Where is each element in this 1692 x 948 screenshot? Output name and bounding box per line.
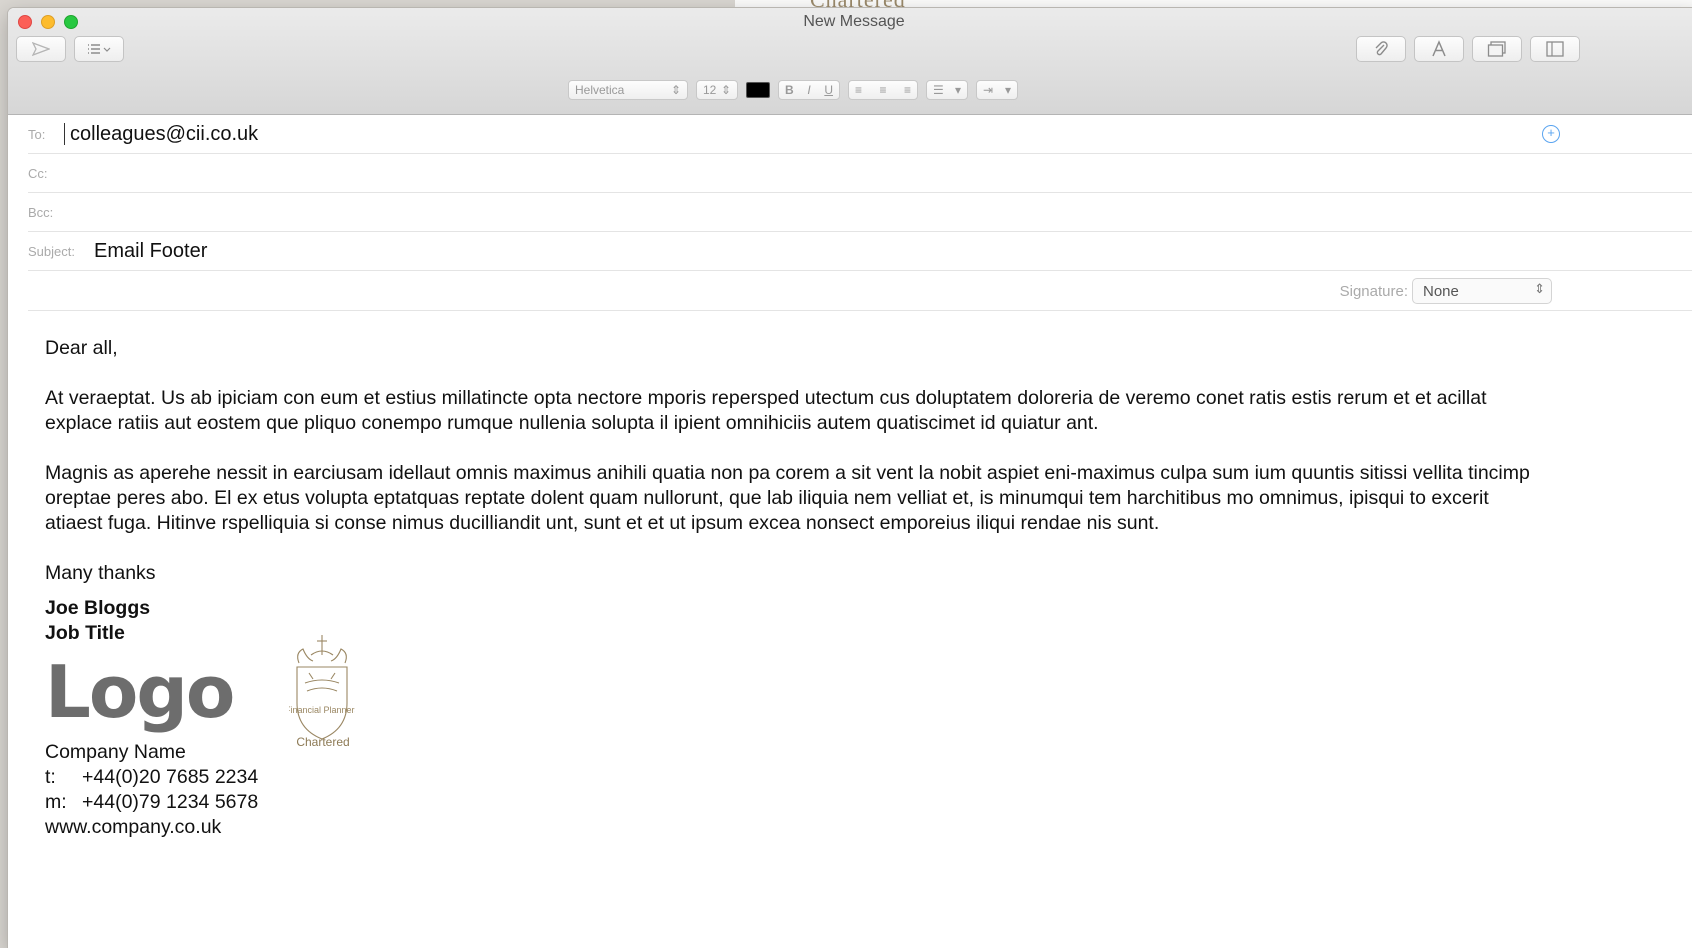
- font-size-select[interactable]: 12 ⇕: [696, 80, 738, 100]
- message-body[interactable]: Dear all, At veraeptat. Us ab ipiciam co…: [45, 336, 1535, 840]
- updown-icon: ⇕: [1534, 281, 1545, 296]
- company-name: Company Name: [45, 741, 186, 763]
- header-fields: To: colleagues@cii.co.uk + Cc: Bcc: Subj…: [8, 115, 1692, 311]
- signature-select[interactable]: None ⇕: [1412, 278, 1552, 304]
- chevron-down-icon: ▾: [954, 83, 961, 97]
- panel-icon: [1546, 41, 1564, 57]
- subject-label: Subject:: [28, 243, 75, 259]
- cc-field[interactable]: Cc:: [28, 154, 1692, 193]
- company-logo: Logo: [45, 650, 235, 734]
- website-link[interactable]: www.company.co.uk: [45, 815, 1535, 840]
- window-title: New Message: [803, 13, 905, 30]
- crest-caption: Chartered: [296, 735, 350, 749]
- italic-button[interactable]: I: [807, 83, 810, 97]
- paperclip-icon: [1375, 41, 1388, 56]
- mobile-label: m:: [45, 791, 67, 813]
- signature-name: Joe Bloggs: [45, 597, 151, 619]
- font-name: Helvetica: [575, 83, 625, 97]
- indent-select[interactable]: ⇥ ▾: [976, 80, 1018, 100]
- signoff: Many thanks: [45, 562, 156, 584]
- to-field[interactable]: To: colleagues@cii.co.uk +: [28, 115, 1692, 154]
- mobile-number: +44(0)79 1234 5678: [82, 791, 259, 813]
- contact-details: Company Name t: +44(0)20 7685 2234 m: +44(…: [45, 740, 1535, 840]
- title-toolbar: New Message Helvetica ⇕ 12 ⇕ B I U ≡ ≡ ≡ ☰…: [8, 8, 1692, 115]
- alignment-group: ≡ ≡ ≡: [848, 80, 918, 100]
- telephone-line: t: +44(0)20 7685 2234: [45, 765, 1535, 790]
- header-fields-button[interactable]: [74, 36, 124, 62]
- add-contact-icon[interactable]: +: [1542, 125, 1560, 143]
- format-button[interactable]: [1414, 36, 1464, 62]
- bcc-field[interactable]: Bcc:: [28, 193, 1692, 232]
- telephone-label: t:: [45, 766, 56, 788]
- greeting: Dear all,: [45, 337, 118, 359]
- body-paragraph-2: Magnis as aperehe nessit in earciusam id…: [45, 462, 1530, 534]
- bullet-list-icon: ☰: [933, 83, 944, 97]
- text-style-group: B I U: [778, 80, 840, 100]
- to-label: To:: [28, 126, 46, 142]
- text-cursor: [64, 123, 65, 145]
- subject-field[interactable]: Subject: Email Footer: [28, 232, 1692, 271]
- attach-button[interactable]: [1356, 36, 1406, 62]
- indent-icon: ⇥: [983, 83, 994, 97]
- signature-select-value: None: [1423, 283, 1459, 300]
- subject-value[interactable]: Email Footer: [94, 240, 207, 263]
- send-icon: [32, 42, 50, 56]
- chevron-down-icon: ▾: [1004, 83, 1011, 97]
- crest-text: Financial Planners: [289, 705, 355, 715]
- bcc-label: Bcc:: [28, 204, 54, 220]
- cc-label: Cc:: [28, 165, 48, 181]
- text-color-swatch[interactable]: [746, 82, 770, 98]
- signature-row: Signature: None ⇕: [28, 271, 1692, 311]
- mobile-line: m: +44(0)79 1234 5678: [45, 790, 1535, 815]
- signature-job-title: Job Title: [45, 622, 125, 644]
- align-right-icon[interactable]: ≡: [904, 83, 911, 97]
- email-signature: Joe Bloggs Job Title Logo Financial Plan…: [45, 596, 1535, 840]
- format-bar: Helvetica ⇕ 12 ⇕ B I U ≡ ≡ ≡ ☰ ▾ ⇥ ▾: [568, 79, 1018, 101]
- to-value[interactable]: colleagues@cii.co.uk: [70, 123, 258, 146]
- format-text-icon: [1432, 40, 1446, 57]
- photo-browser-button[interactable]: [1472, 36, 1522, 62]
- updown-icon: ⇕: [720, 83, 731, 97]
- align-left-icon[interactable]: ≡: [855, 83, 862, 97]
- telephone-number: +44(0)20 7685 2234: [82, 766, 259, 788]
- list-icon: [88, 44, 111, 54]
- align-center-icon[interactable]: ≡: [879, 83, 886, 97]
- updown-icon: ⇕: [670, 83, 681, 97]
- signature-label: Signature:: [1339, 283, 1408, 300]
- font-size-value: 12: [703, 83, 717, 97]
- list-style-select[interactable]: ☰ ▾: [926, 80, 968, 100]
- bold-button[interactable]: B: [785, 83, 794, 97]
- send-button[interactable]: [16, 36, 66, 62]
- body-paragraph-1: At veraeptat. Us ab ipiciam con eum et e…: [45, 387, 1487, 434]
- underline-button[interactable]: U: [824, 83, 833, 97]
- show-panel-button[interactable]: [1530, 36, 1580, 62]
- photo-browser-icon: [1487, 41, 1506, 57]
- font-select[interactable]: Helvetica ⇕: [568, 80, 688, 100]
